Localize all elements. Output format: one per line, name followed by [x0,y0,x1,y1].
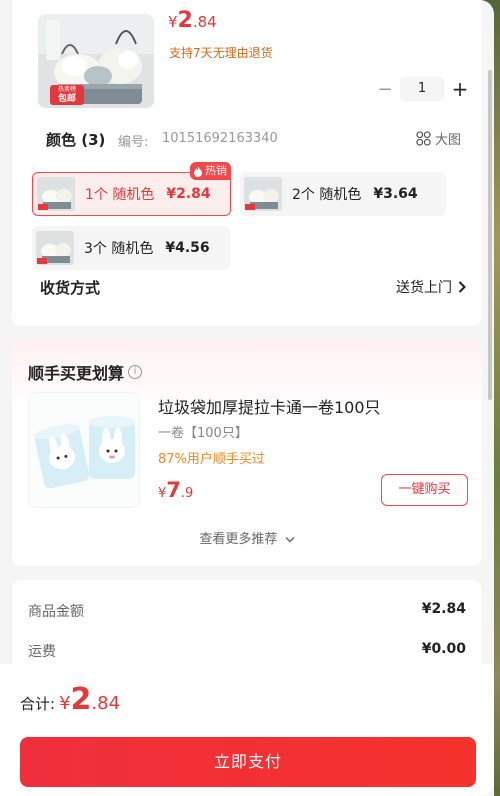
sku-code-label: 编号: [118,135,149,150]
recommend-title-text: 顺手买更划算 [28,364,125,383]
summary-label: 商品金额 [28,604,84,620]
pay-now-button[interactable]: 立即支付 [20,737,476,787]
total-decimal: .84 [91,693,121,714]
product-card: 热卖榜 包邮 ¥2.84 支持7天无理由退货 − 1 + 颜色 (3) 编号: … [12,0,482,326]
price-currency: ¥ [168,13,178,31]
option-thumbnail [244,177,282,211]
price-decimal: .84 [192,13,217,31]
product-price: ¥2.84 [168,8,217,33]
summary-row-goods: 商品金额 ¥2.84 [28,601,466,621]
chevron-right-icon [458,281,466,293]
one-click-buy-button[interactable]: 一键购买 [381,474,468,506]
price-integer: 7 [166,478,181,502]
total-integer: 2 [70,682,92,717]
summary-label: 运费 [28,644,56,660]
recommend-product-name[interactable]: 垃圾袋加厚提拉卡通一卷100只 [158,394,381,418]
increase-button[interactable]: + [450,77,470,101]
total-label: 合计: [20,695,56,713]
option-label: 2个 随机色 [292,187,362,203]
color-option-2[interactable]: 2个 随机色 ¥3.64 [240,172,446,216]
option-thumbnail [37,177,75,211]
total-currency: ¥ [59,693,71,714]
quantity-stepper: − 1 + [376,77,470,101]
see-more-recommendations[interactable]: 查看更多推荐 [12,528,482,547]
option-label: 1个 随机色 [85,187,155,203]
shipping-method-value: 送货上门 [396,280,452,296]
product-image[interactable]: 热卖榜 包邮 [38,14,154,108]
summary-value: ¥2.84 [421,601,466,617]
info-icon[interactable]: i [128,365,143,379]
summary-value: ¥0.00 [421,641,466,657]
color-option-1[interactable]: 1个 随机色 ¥2.84 热销 [32,162,231,216]
free-shipping-badge: 热卖榜 包邮 [50,85,84,105]
grid-icon [416,131,431,146]
see-more-label: 查看更多推荐 [199,532,278,547]
hot-sale-tag: 热销 [190,162,231,180]
option-label: 3个 随机色 [84,241,154,257]
option-price: ¥2.84 [166,186,211,202]
summary-row-shipping: 运费 ¥0.00 [28,641,466,661]
color-section-title: 颜色 (3) [46,131,106,149]
return-policy-note: 支持7天无理由退货 [169,46,273,60]
color-option-3[interactable]: 3个 随机色 ¥4.56 [32,226,230,270]
price-integer: 2 [177,8,193,33]
recommend-title: 顺手买更划算 i [28,360,143,384]
option-price: ¥3.64 [373,186,418,202]
option-price: ¥4.56 [165,240,210,256]
checkout-footer: 合计: ¥2.84 立即支付 [0,664,494,796]
recommend-product-stat: 87%用户顺手买过 [158,452,265,467]
order-total: 合计: ¥2.84 [20,682,120,717]
scrollbar[interactable] [488,70,492,400]
hot-sale-label: 热销 [205,164,227,177]
decrease-button[interactable]: − [376,79,394,100]
big-picture-button[interactable]: 大图 [416,129,461,148]
big-picture-label: 大图 [435,133,462,148]
shipping-method-selector[interactable]: 送货上门 [396,277,466,297]
shipping-method-label: 收货方式 [40,279,101,297]
badge-top-label: 热卖榜 [57,86,76,93]
sku-selector-sheet: 热卖榜 包邮 ¥2.84 支持7天无理由退货 − 1 + 颜色 (3) 编号: … [0,0,494,796]
chevron-down-icon [285,537,295,543]
price-decimal: .9 [180,486,194,501]
recommend-product-price: ¥7.9 [158,478,193,502]
recommend-product-spec: 一卷【100只】 [158,426,248,441]
fire-icon [194,165,202,177]
recommend-product-image[interactable] [28,392,140,508]
quantity-input[interactable]: 1 [400,77,444,101]
badge-bottom-label: 包邮 [57,94,76,104]
recommend-card: 顺手买更划算 i 垃圾袋加厚提拉卡通一卷100只 一卷【100只】 87%用户顺… [12,340,482,566]
sku-code-value: 10151692163340 [162,131,278,146]
option-thumbnail [36,231,74,265]
